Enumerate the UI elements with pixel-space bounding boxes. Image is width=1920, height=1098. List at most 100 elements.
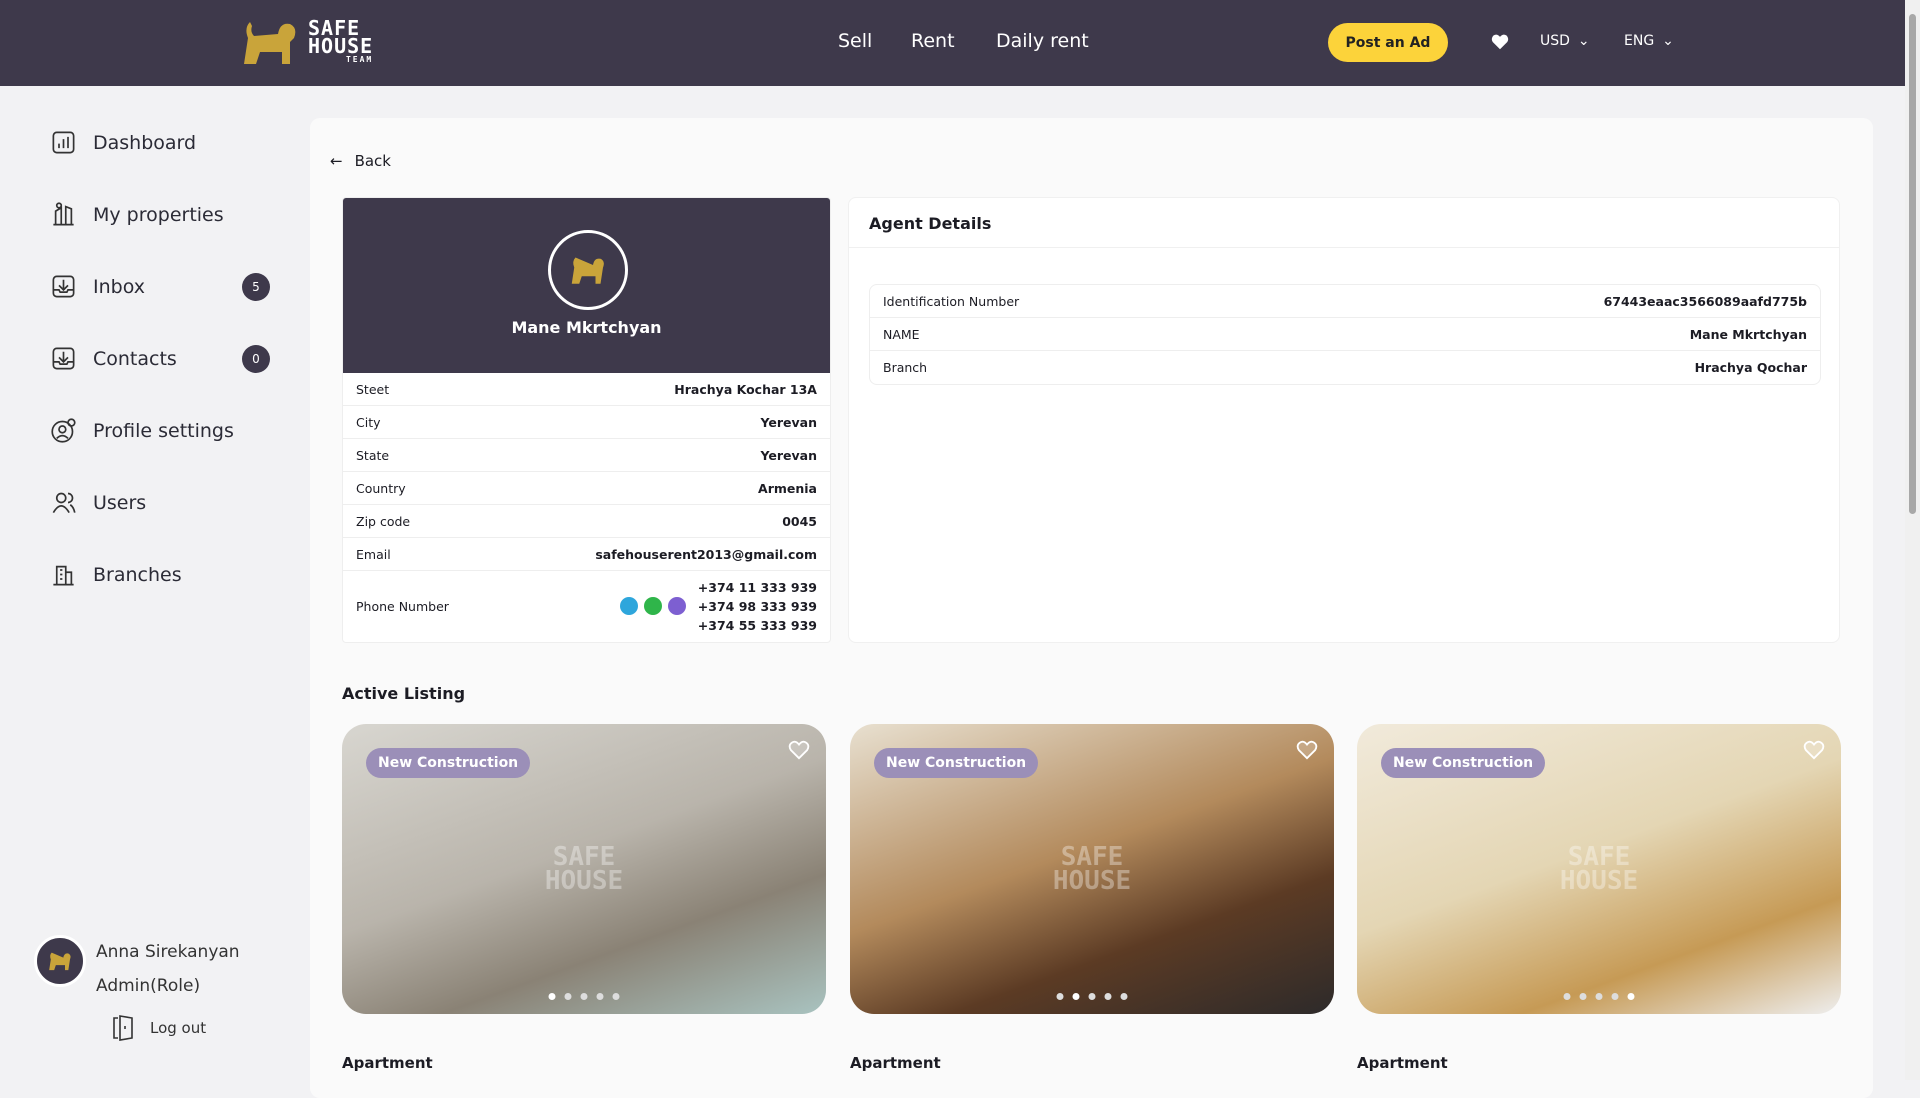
carousel-dot[interactable] (1627, 993, 1635, 1000)
detail-value: Hrachya Qochar (1694, 360, 1807, 375)
carousel-dot[interactable] (1563, 993, 1571, 1000)
carousel-dot[interactable] (548, 993, 556, 1000)
chevron-down-icon: ⌄ (1577, 33, 1590, 49)
listing-card[interactable]: SAFE HOUSE New Construction (1357, 724, 1841, 1014)
sidebar-item-label: Profile settings (93, 419, 234, 442)
carousel-dot[interactable] (596, 993, 604, 1000)
listing-type: Apartment (342, 1054, 433, 1072)
agent-avatar (548, 230, 628, 310)
watermark-logo: SAFE HOUSE (1052, 842, 1132, 896)
back-link[interactable]: ← Back (330, 152, 391, 170)
sidebar-item-users[interactable]: Users (50, 489, 270, 516)
carousel-dot[interactable] (1088, 993, 1096, 1000)
phone-number[interactable]: +374 11 333 939 (698, 578, 817, 597)
inbox-icon (52, 275, 75, 298)
listing-tag: New Construction (874, 748, 1039, 778)
sidebar-item-label: Dashboard (93, 131, 197, 154)
scrollbar[interactable] (1905, 0, 1920, 1080)
branch-icon (53, 565, 74, 586)
phone-number[interactable]: +374 55 333 939 (698, 616, 817, 635)
carousel-dot[interactable] (580, 993, 588, 1000)
detail-value: Mane Mkrtchyan (1689, 326, 1807, 342)
listing-type: Apartment (1357, 1054, 1448, 1072)
favorite-heart-icon[interactable] (788, 740, 810, 760)
currency-select[interactable]: USD ⌄ (1540, 33, 1590, 49)
detail-row: Steet Hrachya Kochar 13A (343, 373, 830, 406)
telegram-icon[interactable] (619, 597, 638, 615)
agent-details-title: Agent Details (849, 198, 1839, 248)
detail-label: Steet (356, 381, 390, 397)
carousel-dot[interactable] (1072, 993, 1080, 1000)
detail-value: Yerevan (760, 447, 817, 463)
favorite-heart-icon[interactable] (1296, 740, 1318, 760)
inbox-count-badge: 5 (242, 272, 270, 301)
viber-icon[interactable] (667, 597, 686, 615)
nav-rent[interactable]: Rent (911, 30, 955, 52)
sidebar-item-label: My properties (93, 203, 224, 226)
currency-value: USD (1540, 33, 1570, 49)
detail-label: Branch (883, 360, 928, 375)
top-header: SAFE HOUSE TEAM Sell Rent Daily rent Post … (0, 0, 1905, 86)
logout-label: Log out (150, 1019, 207, 1037)
sidebar-item-my-properties[interactable]: My properties (50, 201, 270, 228)
carousel-dot[interactable] (1595, 993, 1603, 1000)
detail-value: safehouserent2013@gmail.com (595, 546, 817, 562)
carousel-dot[interactable] (1120, 993, 1128, 1000)
agent-profile-card: Mane Mkrtchyan Steet Hrachya Kochar 13A Ci… (342, 197, 831, 643)
logo[interactable]: SAFE HOUSE TEAM (240, 18, 373, 66)
phone-label: Phone Number (356, 598, 449, 614)
sidebar-item-label: Inbox (93, 275, 145, 298)
user-name: Anna Sirekanyan (96, 942, 240, 962)
nav-daily-rent[interactable]: Daily rent (996, 30, 1089, 52)
detail-value: Hrachya Kochar 13A (674, 381, 817, 397)
avatar[interactable] (34, 935, 86, 987)
contacts-icon (52, 347, 75, 370)
watermark-logo: SAFE HOUSE (1559, 842, 1639, 896)
sidebar-item-profile-settings[interactable]: Profile settings (50, 417, 270, 444)
carousel-dot[interactable] (1104, 993, 1112, 1000)
carousel-dot[interactable] (612, 993, 620, 1000)
listing-card[interactable]: SAFE HOUSE New Construction (342, 724, 826, 1014)
carousel-dot[interactable] (564, 993, 572, 1000)
favorite-heart-icon[interactable] (1803, 740, 1825, 760)
listing-tag: New Construction (1381, 748, 1546, 778)
user-gear-icon (51, 418, 76, 443)
carousel-dot[interactable] (1056, 993, 1064, 1000)
sidebar-item-label: Branches (93, 563, 182, 586)
detail-row: Identification Number 67443eaac3566089aaf… (870, 285, 1820, 318)
phone-number[interactable]: +374 98 333 939 (698, 597, 817, 616)
favorites-heart-icon[interactable] (1491, 34, 1509, 50)
listing-card[interactable]: SAFE HOUSE New Construction (850, 724, 1334, 1014)
whatsapp-icon[interactable] (643, 597, 662, 615)
detail-row: Country Armenia (343, 472, 830, 505)
arrow-left-icon: ← (330, 152, 343, 170)
detail-value: 0045 (782, 513, 817, 529)
post-ad-button[interactable]: Post an Ad (1328, 23, 1448, 62)
lion-logo-icon (244, 22, 296, 64)
sidebar-item-branches[interactable]: Branches (50, 561, 270, 588)
sidebar-item-label: Contacts (93, 347, 177, 370)
sidebar-item-inbox[interactable]: Inbox 5 (50, 272, 270, 301)
chart-icon (52, 131, 75, 154)
scrollbar-thumb[interactable] (1909, 14, 1916, 514)
agent-details-card: Agent Details Identification Number 67443… (848, 197, 1840, 643)
detail-row: NAME Mane Mkrtchyan (870, 318, 1820, 351)
buildings-icon (53, 202, 74, 226)
carousel-dot[interactable] (1579, 993, 1587, 1000)
detail-row: State Yerevan (343, 439, 830, 472)
contacts-count-badge: 0 (242, 344, 270, 373)
user-role: Admin(Role) (96, 976, 201, 996)
language-select[interactable]: ENG ⌄ (1624, 33, 1674, 49)
detail-row: Branch Hrachya Qochar (870, 351, 1820, 384)
logout-button[interactable]: Log out (112, 1015, 206, 1041)
sidebar-item-dashboard[interactable]: Dashboard (50, 129, 270, 156)
sidebar-item-contacts[interactable]: Contacts 0 (50, 344, 270, 373)
back-label: Back (354, 152, 391, 170)
chevron-down-icon: ⌄ (1662, 33, 1674, 49)
language-value: ENG (1624, 33, 1655, 49)
carousel-dot[interactable] (1611, 993, 1619, 1000)
logo-text: SAFE HOUSE TEAM (308, 16, 374, 64)
nav-sell[interactable]: Sell (838, 30, 872, 52)
agent-name: Mane Mkrtchyan (511, 318, 662, 337)
current-user: Anna Sirekanyan Admin(Role) (34, 935, 240, 1003)
